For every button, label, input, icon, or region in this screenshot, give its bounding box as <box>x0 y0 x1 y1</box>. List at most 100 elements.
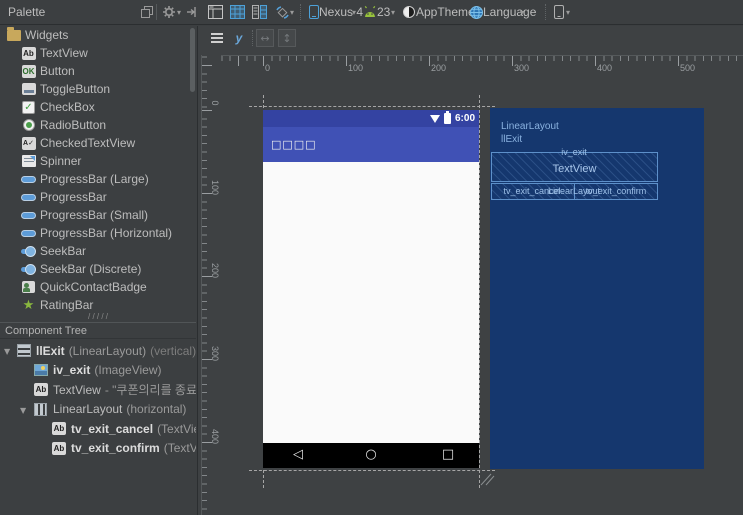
blueprint-iv-exit-label: iv_exit <box>561 147 587 157</box>
phone-content-area[interactable] <box>263 162 479 443</box>
seekbar-icon <box>21 244 36 258</box>
ruler-label: 200 <box>431 63 447 73</box>
chevron-down-icon[interactable]: ▾ <box>290 8 294 17</box>
blueprint-textview-label: TextView <box>552 163 597 175</box>
status-time: 6:00 <box>454 113 475 124</box>
tree-row-tv-exit-confirm[interactable]: Ab tv_exit_confirm (TextView) - <box>0 439 196 459</box>
palette-item-progressbar[interactable]: ProgressBar <box>0 188 196 206</box>
blueprint-view[interactable]: LinearLayout llExit TextView iv_exit tv_… <box>490 108 704 469</box>
ruler-label: 500 <box>680 63 696 73</box>
expand-arrow-icon[interactable]: ▼ <box>20 406 26 415</box>
phone-status-bar: 6:00 <box>263 110 479 127</box>
palette-item-checkbox[interactable]: ✓ CheckBox <box>0 98 196 116</box>
ruler-label: 300 <box>514 63 530 73</box>
button-icon: OK <box>21 64 36 78</box>
chevron-down-icon[interactable]: ▾ <box>520 8 524 17</box>
palette-group-widgets[interactable]: Widgets <box>0 26 196 44</box>
palette-item-progressbar-small[interactable]: ProgressBar (Small) <box>0 206 196 224</box>
ruler-label: 400 <box>210 429 220 445</box>
ruler-label: 200 <box>210 263 220 279</box>
palette-item-textview[interactable]: Ab TextView <box>0 44 196 62</box>
imageview-icon <box>34 363 49 377</box>
tree-row-iv-exit[interactable]: iv_exit (ImageView) <box>0 361 196 381</box>
phone-design-preview[interactable]: 6:00 □□□□ ◁ ○ □ <box>263 110 479 468</box>
quickcontactbadge-icon <box>21 280 36 294</box>
ruler-label: 400 <box>597 63 613 73</box>
android-icon[interactable] <box>362 4 378 20</box>
vertical-ruler: 0 100 200 300 400 <box>201 55 221 515</box>
nav-back-icon: ◁ <box>293 447 303 462</box>
design-blueprint-split-button[interactable] <box>251 4 267 20</box>
theme-selector[interactable]: AppTheme <box>416 5 475 19</box>
folder-icon <box>6 26 21 42</box>
palette-item-spinner[interactable]: Spinner <box>0 152 196 170</box>
phone-action-bar[interactable]: □□□□ <box>263 127 479 162</box>
blueprint-view-button[interactable] <box>229 4 245 20</box>
gear-icon[interactable] <box>161 4 177 20</box>
chevron-down-icon[interactable]: ▾ <box>352 8 356 17</box>
palette-item-radiobutton[interactable]: RadioButton <box>0 116 196 134</box>
panel-splitter-handle[interactable]: / / / / / <box>88 312 108 321</box>
textview-icon: Ab <box>52 441 66 455</box>
globe-icon[interactable] <box>468 4 484 20</box>
tree-row-linearlayout[interactable]: ▼ LinearLayout (horizontal) <box>0 400 196 420</box>
tree-row-llexit[interactable]: ▼ llExit (LinearLayout) (vertical) <box>0 341 196 361</box>
tree-row-textview[interactable]: Ab TextView - "쿠폰의리를 종료하시 <box>0 380 196 400</box>
ruler-label: 100 <box>210 180 220 196</box>
language-selector[interactable]: Language <box>483 5 536 19</box>
wifi-icon <box>429 114 440 123</box>
battery-icon <box>443 111 451 124</box>
canvas-resize-handle[interactable] <box>479 472 495 486</box>
expand-arrow-icon[interactable]: ▼ <box>4 347 10 356</box>
ruler-label: 300 <box>210 346 220 362</box>
editor-toolbar: Palette ▾ ▾ Nexus 4 ▾ 23 ▾ AppTheme Lang… <box>0 0 743 25</box>
toolbar-divider <box>156 4 157 20</box>
palette-item-progressbar-large[interactable]: ProgressBar (Large) <box>0 170 196 188</box>
blueprint-root-type: LinearLayout <box>501 121 559 132</box>
api-level-selector[interactable]: 23 <box>377 5 390 19</box>
progressbar-icon <box>21 172 36 186</box>
nav-recents-icon: □ <box>441 447 455 462</box>
chevron-down-icon[interactable]: ▾ <box>566 8 570 17</box>
palette-panel: Widgets Ab TextView OK Button ToggleButt… <box>0 26 196 318</box>
palette-panel-title: Palette <box>8 5 46 19</box>
palette-item-progressbar-horizontal[interactable]: ProgressBar (Horizontal) <box>0 224 196 242</box>
layout-options-icon[interactable] <box>208 29 226 47</box>
virtual-device-icon[interactable] <box>551 4 567 20</box>
progressbar-icon <box>21 226 36 240</box>
component-tree-title: Component Tree <box>5 324 87 337</box>
selection-bound-bottom <box>249 470 495 471</box>
design-surface[interactable]: y ↔ ↕ 0 100 200 300 400 500 0 100 200 30… <box>197 26 743 515</box>
expand-vertical-button[interactable]: ↕ <box>278 29 296 47</box>
palette-item-quickcontactbadge[interactable]: QuickContactBadge <box>0 278 196 296</box>
device-selector[interactable]: Nexus 4 <box>319 5 363 19</box>
ruler-label: 0 <box>265 63 271 73</box>
textview-icon: Ab <box>34 383 48 397</box>
chevron-down-icon[interactable]: ▾ <box>177 8 181 17</box>
orientation-icon[interactable] <box>274 4 290 20</box>
theme-icon[interactable] <box>401 4 417 20</box>
textview-icon: Ab <box>21 46 36 60</box>
selection-bound-top <box>249 106 495 107</box>
palette-item-seekbar-discrete[interactable]: SeekBar (Discrete) <box>0 260 196 278</box>
palette-item-button[interactable]: OK Button <box>0 62 196 80</box>
tree-row-tv-exit-cancel[interactable]: Ab tv_exit_cancel (TextView) - " <box>0 419 196 439</box>
copy-icon[interactable] <box>139 4 155 20</box>
progressbar-icon <box>21 208 36 222</box>
design-toolbar: y ↔ ↕ <box>198 26 743 52</box>
component-tree-header: Component Tree <box>0 322 196 339</box>
blueprint-root-label: LinearLayout llExit <box>501 120 559 146</box>
pan-tool-icon[interactable]: y <box>230 29 248 47</box>
palette-scrollbar[interactable] <box>190 28 195 92</box>
expand-horizontal-button[interactable]: ↔ <box>256 29 274 47</box>
palette-item-checkedtextview[interactable]: A✓ CheckedTextView <box>0 134 196 152</box>
pin-icon[interactable] <box>184 4 200 20</box>
palette-item-seekbar[interactable]: SeekBar <box>0 242 196 260</box>
seekbar-icon <box>21 262 36 276</box>
ruler-label: 0 <box>210 100 220 106</box>
chevron-down-icon[interactable]: ▾ <box>391 8 395 17</box>
palette-group-label: Widgets <box>25 28 69 42</box>
palette-item-togglebutton[interactable]: ToggleButton <box>0 80 196 98</box>
design-view-button[interactable] <box>207 4 223 20</box>
blueprint-root-id: llExit <box>501 134 523 145</box>
